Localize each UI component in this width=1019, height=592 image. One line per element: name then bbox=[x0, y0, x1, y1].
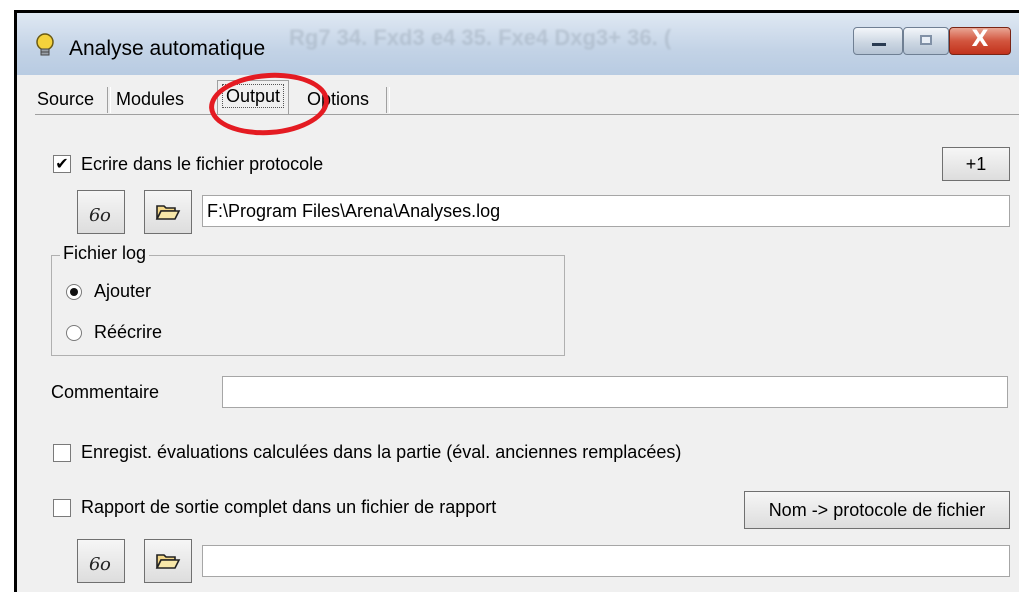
title-bar: Rg7 34. Fxd3 e4 35. Fxe4 Dxg3+ 36. ( Ana… bbox=[17, 13, 1019, 75]
maximize-icon bbox=[920, 35, 932, 45]
tab-output[interactable]: Output bbox=[217, 80, 290, 115]
view-protocol-button[interactable]: 6 o bbox=[77, 190, 125, 234]
comment-label: Commentaire bbox=[51, 382, 160, 402]
tab-source[interactable]: Source bbox=[37, 84, 94, 114]
log-file-group: Fichier log Ajouter Réécrire bbox=[51, 243, 565, 356]
glasses-icon: 6 bbox=[89, 554, 101, 575]
minimize-button[interactable] bbox=[853, 27, 903, 55]
folder-open-icon bbox=[155, 205, 181, 220]
radio-overwrite-label: Réécrire bbox=[94, 322, 163, 342]
report-path-field[interactable] bbox=[202, 545, 1010, 577]
glasses-icon: o bbox=[100, 554, 111, 575]
screenshot-frame: Rg7 34. Fxd3 e4 35. Fxe4 Dxg3+ 36. ( Ana… bbox=[14, 10, 1019, 592]
background-ghost-text: Rg7 34. Fxd3 e4 35. Fxe4 Dxg3+ 36. ( bbox=[289, 25, 672, 50]
tab-options[interactable]: Options bbox=[307, 84, 369, 114]
plus-one-button[interactable]: +1 bbox=[942, 147, 1010, 181]
tab-output-label: Output bbox=[221, 84, 285, 108]
write-protocol-checkbox[interactable]: ✔ bbox=[53, 155, 71, 173]
full-report-label: Rapport de sortie complet dans un fichie… bbox=[81, 497, 497, 517]
full-report-checkbox[interactable] bbox=[53, 499, 71, 517]
maximize-button[interactable] bbox=[903, 27, 949, 55]
radio-selected-dot bbox=[70, 288, 78, 296]
close-button[interactable]: X bbox=[949, 27, 1011, 55]
window-title: Analyse automatique bbox=[69, 37, 266, 60]
view-report-button[interactable]: 6 o bbox=[77, 539, 125, 583]
tab-panel-border bbox=[35, 114, 1019, 115]
open-report-button[interactable] bbox=[144, 539, 192, 583]
protocol-path-field[interactable]: F:\Program Files\Arena\Analyses.log bbox=[202, 195, 1010, 227]
dialog-client-area: Source Modules Output Options ✔ Ecrire d… bbox=[17, 68, 1019, 592]
comment-field[interactable] bbox=[222, 376, 1008, 408]
tab-separator bbox=[386, 87, 390, 113]
radio-append-label: Ajouter bbox=[94, 281, 152, 301]
radio-overwrite[interactable] bbox=[66, 325, 82, 341]
save-evaluations-label: Enregist. évaluations calculées dans la … bbox=[81, 442, 682, 462]
minimize-icon bbox=[872, 43, 886, 46]
glasses-icon: 6 bbox=[89, 205, 101, 226]
tab-separator bbox=[107, 87, 111, 113]
close-icon: X bbox=[971, 27, 989, 52]
open-protocol-button[interactable] bbox=[144, 190, 192, 234]
glasses-icon: o bbox=[100, 205, 111, 226]
folder-open-icon bbox=[155, 554, 181, 569]
log-file-group-title: Fichier log bbox=[60, 243, 150, 264]
radio-append[interactable] bbox=[66, 284, 82, 300]
tab-modules[interactable]: Modules bbox=[116, 84, 184, 114]
name-to-protocol-button[interactable]: Nom -> protocole de fichier bbox=[744, 491, 1010, 529]
write-protocol-label: Ecrire dans le fichier protocole bbox=[81, 154, 324, 174]
lightbulb-icon bbox=[36, 33, 54, 56]
save-evaluations-checkbox[interactable] bbox=[53, 444, 71, 462]
